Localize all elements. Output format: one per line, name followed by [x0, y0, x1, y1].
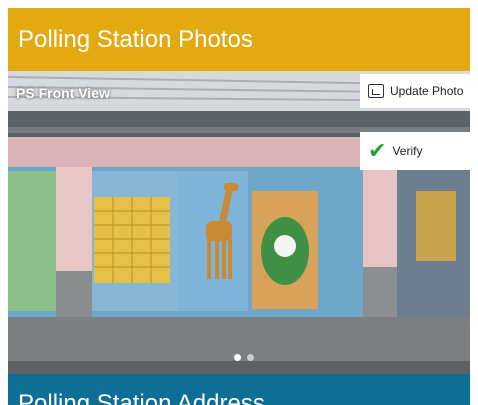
checkmark-icon: ✔	[368, 138, 387, 163]
photo-label: PS Front View	[16, 85, 110, 101]
ps-photo-carousel[interactable]: PS Front View Update Photo ✔ Verify	[8, 71, 470, 374]
section-title: Polling Station Address	[8, 374, 470, 405]
app-frame: Polling Station Photos PS Front View Upd…	[8, 8, 470, 405]
verify-label: Verify	[392, 144, 423, 158]
carousel-dot-2[interactable]	[247, 354, 254, 361]
carousel-indicator	[234, 354, 254, 361]
verify-button[interactable]: ✔ Verify	[360, 132, 470, 170]
carousel-dot-1[interactable]	[234, 354, 241, 361]
image-icon	[368, 84, 384, 98]
update-photo-button[interactable]: Update Photo	[360, 74, 470, 108]
update-photo-label: Update Photo	[390, 84, 464, 98]
page-title: Polling Station Photos	[8, 8, 470, 71]
ps-front-view-photo	[8, 71, 470, 374]
